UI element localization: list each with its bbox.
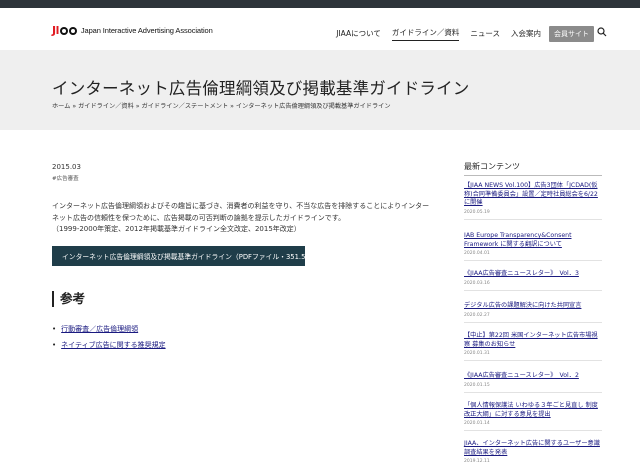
content-link[interactable]: 《JIAA広告審査ニュースレター》 Vol．3 xyxy=(464,270,602,279)
list-item[interactable]: 【JIAA NEWS Vol.100】広告3団体「JCDAD(仮称)合同準備委員… xyxy=(464,182,602,220)
nav-about[interactable]: JIAAについて xyxy=(336,28,381,41)
content-link[interactable]: 「個人情報保護法 いわゆる３年ごと見直し 制度改正大綱」に対する意見を提出 xyxy=(464,402,602,419)
site-header: Jl Japan Interactive Advertising Associa… xyxy=(0,8,640,50)
list-item[interactable]: • 行動審査／広告倫理綱領 xyxy=(52,321,166,337)
list-item[interactable]: 「個人情報保護法 いわゆる３年ごと見直し 制度改正大綱」に対する意見を提出 20… xyxy=(464,402,602,431)
post-tag[interactable]: #広告審査 xyxy=(52,174,79,182)
content-link[interactable]: IAB Europe Transparency&Consent Framewor… xyxy=(464,232,602,249)
divider xyxy=(464,321,602,323)
page-title: インターネット広告倫理綱領及び掲載基準ガイドライン xyxy=(52,79,470,98)
content-date: 2020.03.16 xyxy=(464,280,490,286)
content-date: 2020.02.27 xyxy=(464,312,490,318)
logo[interactable]: Jl Japan Interactive Advertising Associa… xyxy=(52,24,213,37)
post-date: 2015.03 xyxy=(52,163,81,171)
content-date: 2020.04.01 xyxy=(464,251,490,256)
sidebar-title: 最新コンテンツ xyxy=(464,162,520,171)
content-date: 2020.01.31 xyxy=(464,351,490,356)
revision-note: （1999-2000年策定、2012年掲載基準ガイドライン全文改定、2015年改… xyxy=(52,225,301,233)
content-link[interactable]: 【中止】第22回 米国インターネット広告市場視察 募集のお知らせ xyxy=(464,332,602,349)
main-nav: JIAAについて ガイドライン／資料 ニュース 入会案内 会員サイト xyxy=(325,26,594,42)
page-hero: インターネット広告倫理綱領及び掲載基準ガイドライン xyxy=(0,50,640,130)
divider xyxy=(464,360,602,361)
list-item[interactable]: IAB Europe Transparency&Consent Framewor… xyxy=(464,232,602,261)
search-icon[interactable] xyxy=(597,27,607,37)
logo-eye-icon xyxy=(68,26,77,35)
list-item[interactable]: 《JIAA広告審査ニュースレター》 Vol．2 2020.01.15 xyxy=(464,372,602,393)
list-item[interactable]: 【中止】第22回 米国インターネット広告市場視察 募集のお知らせ 2020.01… xyxy=(464,332,602,361)
logo-text: Japan Interactive Advertising Associatio… xyxy=(80,26,213,35)
list-item[interactable]: JIAA、インターネット広告に関するユーザー意識調査結果を発表 2019.12.… xyxy=(464,440,602,464)
content-link[interactable]: JIAA、インターネット広告に関するユーザー意識調査結果を発表 xyxy=(464,440,602,457)
nav-news[interactable]: ニュース xyxy=(470,28,500,41)
divider xyxy=(464,430,602,431)
content-link[interactable]: 《JIAA広告審査ニュースレター》 Vol．2 xyxy=(464,372,602,381)
content-link[interactable]: デジタル広告の課題解決に向けた共同宣言 xyxy=(464,302,602,311)
logo-eye-icon xyxy=(59,26,68,35)
pdf-download-button[interactable]: インターネット広告倫理綱領及び掲載基準ガイドライン（PDFファイル・351.5 … xyxy=(52,246,323,266)
divider xyxy=(464,289,602,291)
reference-link[interactable]: ネイティブ広告に関する推奨規定 xyxy=(61,341,165,349)
divider xyxy=(464,218,602,220)
pdf-download-label: インターネット広告倫理綱領及び掲載基準ガイドライン（PDFファイル・351.5 … xyxy=(62,253,324,261)
content-link[interactable]: 【JIAA NEWS Vol.100】広告3団体「JCDAD(仮称)合同準備委員… xyxy=(464,182,602,208)
divider xyxy=(464,391,602,393)
content-date: 2020.05.19 xyxy=(464,209,490,215)
logo-mark: Jl xyxy=(52,24,77,37)
content-date: 2020.01.14 xyxy=(464,421,490,426)
nav-join[interactable]: 入会案内 xyxy=(511,28,541,41)
list-item[interactable]: デジタル広告の課題解決に向けた共同宣言 2020.02.27 xyxy=(464,302,602,323)
top-bar xyxy=(0,0,640,8)
reference-heading: 参考 xyxy=(52,291,85,307)
content-date: 2020.01.15 xyxy=(464,382,490,388)
content-date: 2019.12.11 xyxy=(464,459,490,464)
logo-letters: Jl xyxy=(52,24,59,37)
sidebar-divider xyxy=(464,175,602,176)
reference-list: • 行動審査／広告倫理綱領 • ネイティブ広告に関する推奨規定 xyxy=(52,321,166,353)
list-item[interactable]: • ネイティブ広告に関する推奨規定 xyxy=(52,337,166,353)
bullet: • xyxy=(52,325,57,333)
member-site-button[interactable]: 会員サイト xyxy=(549,26,594,42)
nav-guidelines[interactable]: ガイドライン／資料 xyxy=(391,27,460,41)
reference-link[interactable]: 行動審査／広告倫理綱領 xyxy=(61,325,138,333)
intro-text: インターネット広告倫理綱領およびその趣旨に基づき、消費者の利益を守り、不当な広告… xyxy=(52,202,430,222)
list-item[interactable]: 《JIAA広告審査ニュースレター》 Vol．3 2020.03.16 xyxy=(464,270,602,291)
breadcrumb[interactable]: ホーム » ガイドライン／資料 » ガイドライン／ステートメント » インターネ… xyxy=(52,101,391,110)
bullet: • xyxy=(52,341,57,349)
divider xyxy=(464,260,602,261)
